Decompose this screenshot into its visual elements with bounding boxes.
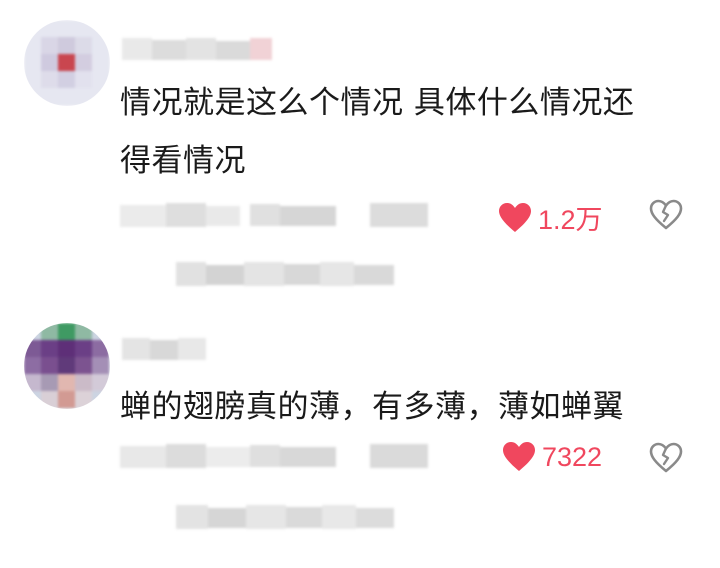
comment-meta-redacted xyxy=(120,203,430,229)
reply-summary-redacted[interactable] xyxy=(176,505,396,531)
comment-text: 得看情况 xyxy=(120,143,246,179)
comment-meta-redacted xyxy=(120,444,430,470)
comment-text: 情况就是这么个情况 具体什么情况还 xyxy=(120,85,635,121)
comment-list: 情况就是这么个情况 具体什么情况还 得看情况 1.2万 蝉的翅膀真的薄，有多薄，… xyxy=(0,0,720,568)
avatar[interactable] xyxy=(24,323,110,409)
like-button[interactable]: 7322 xyxy=(502,441,602,473)
avatar[interactable] xyxy=(24,20,110,106)
username-redacted[interactable] xyxy=(122,338,206,362)
like-count: 7322 xyxy=(542,441,603,472)
username-redacted[interactable] xyxy=(122,38,274,62)
heart-icon xyxy=(503,442,535,471)
like-button[interactable]: 1.2万 xyxy=(498,198,603,237)
comment-text: 蝉的翅膀真的薄，有多薄，薄如蝉翼 xyxy=(120,389,624,425)
reply-summary-redacted[interactable] xyxy=(176,262,396,288)
heart-icon xyxy=(499,202,531,232)
broken-heart-icon[interactable] xyxy=(649,199,683,231)
broken-heart-icon[interactable] xyxy=(649,442,683,474)
like-count: 1.2万 xyxy=(538,205,603,235)
